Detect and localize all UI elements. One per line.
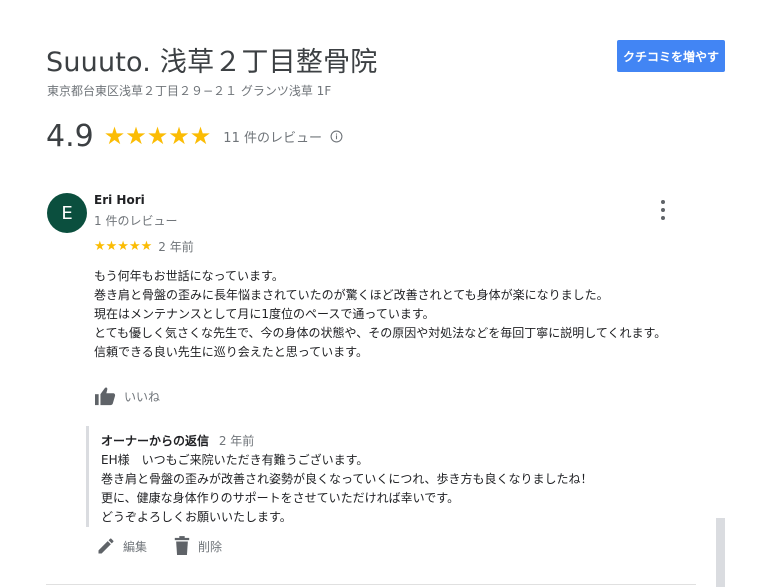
author-review-count: 1 件のレビュー <box>94 214 178 228</box>
like-label: いいね <box>124 389 161 404</box>
review-line: 現在はメンテナンスとして月に1度位のペースで通っています。 <box>94 307 435 321</box>
owner-reply-line: どうぞよろしくお願いいたします。 <box>101 510 292 524</box>
rating-summary: 4.9 ★★★★★ 11 件のレビュー <box>46 116 343 156</box>
owner-reply-body: EH様 いつもご来院いただき有難うございます。 巻き肩と骨盤の歪みが改善され姿勢… <box>101 451 661 527</box>
owner-reply-line: 巻き肩と骨盤の歪みが改善され姿勢が良くなっていくにつれ、歩き方も良くなりましたね… <box>101 472 593 486</box>
owner-reply-date: 2 年前 <box>218 434 255 448</box>
review-line: とても優しく気さくな先生で、今の身体の状態や、その原因や対処法などを毎回丁寧に説… <box>94 326 667 340</box>
owner-reply-actions: 編集 削除 <box>96 536 248 556</box>
review-body: もう何年もお世話になっています。 巻き肩と骨盤の歪みに長年悩まされていたのが驚く… <box>94 267 704 362</box>
like-button[interactable]: いいね <box>94 386 160 406</box>
add-reviews-button[interactable]: クチコミを増やす <box>617 40 725 72</box>
divider <box>46 584 696 585</box>
trash-icon <box>174 536 190 555</box>
review-count[interactable]: 11 件のレビュー <box>223 127 322 146</box>
owner-reply: オーナーからの返信 2 年前 EH様 いつもご来院いただき有難うございます。 巻… <box>86 426 661 527</box>
review-line: 信頼できる良い先生に巡り会えたと思っています。 <box>94 345 368 359</box>
review-line: 巻き肩と骨盤の歪みに長年悩まされていたのが驚くほど改善されとても身体が楽になりま… <box>94 288 609 302</box>
owner-reply-title: オーナーからの返信 <box>101 434 210 448</box>
owner-reply-header: オーナーからの返信 2 年前 <box>101 432 661 449</box>
delete-label: 削除 <box>198 539 223 554</box>
review-date: 2 年前 <box>158 240 194 254</box>
more-vert-icon[interactable] <box>655 200 671 220</box>
scrollbar[interactable] <box>716 518 725 587</box>
avatar[interactable]: E <box>47 193 87 233</box>
review-rating: ★★★★★ 2 年前 <box>94 238 194 255</box>
place-title: Suuuto. 浅草２丁目整骨院 <box>46 47 378 78</box>
info-icon[interactable] <box>330 130 343 143</box>
edit-label: 編集 <box>123 539 148 554</box>
owner-reply-line: EH様 いつもご来院いただき有難うございます。 <box>101 453 369 467</box>
rating-value: 4.9 <box>46 118 94 154</box>
review-line: もう何年もお世話になっています。 <box>94 269 284 283</box>
review-stars: ★★★★★ <box>94 239 153 254</box>
review-author[interactable]: Eri Hori <box>94 193 145 207</box>
rating-stars: ★★★★★ <box>103 122 212 150</box>
thumb-up-icon <box>95 387 116 406</box>
edit-button[interactable]: 編集 <box>96 536 147 556</box>
place-address: 東京都台東区浅草２丁目２９−２１ グランツ浅草 1F <box>47 84 332 98</box>
pencil-icon <box>98 538 114 554</box>
delete-button[interactable]: 削除 <box>173 536 222 556</box>
owner-reply-line: 更に、健康な身体作りのサポートをさせていただければ幸いです。 <box>101 491 460 505</box>
